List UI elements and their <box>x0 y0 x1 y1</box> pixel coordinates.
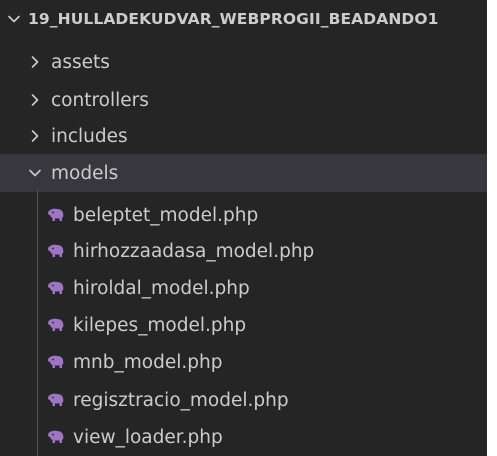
folder-item-models[interactable]: models <box>0 154 487 192</box>
php-elephant-icon <box>47 207 69 223</box>
file-item-beleptet-model[interactable]: beleptet_model.php <box>0 196 487 234</box>
folder-item-assets[interactable]: assets <box>0 43 487 81</box>
file-explorer: 19_HULLADEKUDVAR_WEBPROGII_BEADANDO1 ass… <box>0 0 487 456</box>
root-folder-label: 19_HULLADEKUDVAR_WEBPROGII_BEADANDO1 <box>28 10 439 28</box>
folder-item-includes[interactable]: includes <box>0 117 487 155</box>
folder-label: includes <box>51 125 128 147</box>
chevron-right-icon <box>27 92 43 108</box>
file-label: hiroldal_model.php <box>73 277 250 299</box>
folder-label: models <box>51 162 119 184</box>
file-label: regisztracio_model.php <box>73 389 289 411</box>
file-item-view-loader[interactable]: view_loader.php <box>0 418 487 456</box>
folder-item-controllers[interactable]: controllers <box>0 81 487 119</box>
file-item-kilepes-model[interactable]: kilepes_model.php <box>0 306 487 344</box>
chevron-down-icon <box>27 165 43 181</box>
explorer-root-folder[interactable]: 19_HULLADEKUDVAR_WEBPROGII_BEADANDO1 <box>0 0 487 38</box>
file-item-hiroldal-model[interactable]: hiroldal_model.php <box>0 269 487 307</box>
file-item-regisztracio-model[interactable]: regisztracio_model.php <box>0 381 487 419</box>
folder-label: assets <box>51 51 110 73</box>
folder-label: controllers <box>51 89 149 111</box>
file-item-mnb-model[interactable]: mnb_model.php <box>0 343 487 381</box>
file-label: view_loader.php <box>73 426 223 448</box>
file-item-hirhozzaadasa-model[interactable]: hirhozzaadasa_model.php <box>0 232 487 270</box>
file-label: mnb_model.php <box>73 351 223 373</box>
file-label: beleptet_model.php <box>73 204 259 226</box>
chevron-right-icon <box>27 54 43 70</box>
php-elephant-icon <box>47 354 69 370</box>
php-elephant-icon <box>47 243 69 259</box>
file-label: kilepes_model.php <box>73 314 247 336</box>
chevron-down-icon <box>6 11 22 27</box>
php-elephant-icon <box>47 280 69 296</box>
php-elephant-icon <box>47 317 69 333</box>
php-elephant-icon <box>47 429 69 445</box>
php-elephant-icon <box>47 392 69 408</box>
chevron-right-icon <box>27 128 43 144</box>
file-label: hirhozzaadasa_model.php <box>73 240 315 262</box>
